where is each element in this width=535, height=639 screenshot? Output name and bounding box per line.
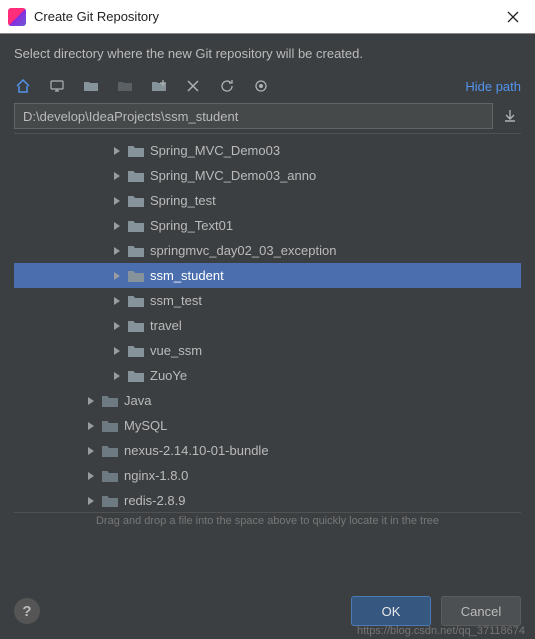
expand-arrow-icon[interactable]: [86, 396, 96, 406]
tree-item-label: ZuoYe: [150, 368, 187, 383]
expand-arrow-icon[interactable]: [112, 346, 122, 356]
drag-hint: Drag and drop a file into the space abov…: [14, 515, 521, 527]
tree-item-label: ssm_test: [150, 293, 202, 308]
expand-arrow-icon[interactable]: [112, 196, 122, 206]
tree-item-label: MySQL: [124, 418, 167, 433]
expand-arrow-icon[interactable]: [86, 496, 96, 506]
desktop-icon[interactable]: [48, 77, 66, 95]
project-folder-icon[interactable]: [82, 77, 100, 95]
instruction-text: Select directory where the new Git repos…: [14, 46, 521, 61]
tree-row[interactable]: Spring_MVC_Demo03_anno: [14, 163, 521, 188]
tree-item-label: Spring_MVC_Demo03: [150, 143, 280, 158]
refresh-icon[interactable]: [218, 77, 236, 95]
tree-row[interactable]: Spring_Text01: [14, 213, 521, 238]
folder-icon: [128, 219, 144, 233]
folder-icon: [102, 394, 118, 408]
folder-icon: [128, 294, 144, 308]
hide-path-link[interactable]: Hide path: [465, 79, 521, 94]
expand-arrow-icon[interactable]: [86, 446, 96, 456]
tree-item-label: ssm_student: [150, 268, 224, 283]
folder-icon: [102, 444, 118, 458]
tree-item-label: nginx-1.8.0: [124, 468, 188, 483]
expand-arrow-icon[interactable]: [112, 321, 122, 331]
folder-icon: [102, 419, 118, 433]
folder-icon: [128, 344, 144, 358]
close-button[interactable]: [499, 3, 527, 31]
app-icon: [8, 8, 26, 26]
module-folder-icon: [116, 77, 134, 95]
folder-icon: [102, 494, 118, 508]
cancel-button[interactable]: Cancel: [441, 596, 521, 626]
folder-icon: [128, 319, 144, 333]
tree-item-label: nexus-2.14.10-01-bundle: [124, 443, 269, 458]
expand-arrow-icon[interactable]: [112, 221, 122, 231]
tree-row[interactable]: ssm_test: [14, 288, 521, 313]
directory-tree[interactable]: Spring_MVC_Demo03 Spring_MVC_Demo03_anno S…: [14, 133, 521, 513]
expand-arrow-icon[interactable]: [86, 421, 96, 431]
tree-item-label: redis-2.8.9: [124, 493, 185, 508]
tree-row[interactable]: MySQL: [14, 413, 521, 438]
apply-path-icon[interactable]: [499, 105, 521, 127]
expand-arrow-icon[interactable]: [86, 471, 96, 481]
tree-item-label: Spring_test: [150, 193, 216, 208]
tree-row[interactable]: ZuoYe: [14, 363, 521, 388]
path-row: [14, 103, 521, 129]
expand-arrow-icon[interactable]: [112, 246, 122, 256]
toolbar: Hide path: [14, 77, 521, 95]
tree-item-label: vue_ssm: [150, 343, 202, 358]
tree-row[interactable]: ssm_student: [14, 263, 521, 288]
tree-row[interactable]: vue_ssm: [14, 338, 521, 363]
folder-icon: [128, 269, 144, 283]
tree-row[interactable]: Spring_test: [14, 188, 521, 213]
expand-arrow-icon[interactable]: [112, 171, 122, 181]
folder-icon: [128, 369, 144, 383]
expand-arrow-icon[interactable]: [112, 296, 122, 306]
ok-button[interactable]: OK: [351, 596, 431, 626]
tree-item-label: springmvc_day02_03_exception: [150, 243, 336, 258]
folder-icon: [128, 244, 144, 258]
home-icon[interactable]: [14, 77, 32, 95]
path-input[interactable]: [14, 103, 493, 129]
tree-row[interactable]: Spring_MVC_Demo03: [14, 138, 521, 163]
tree-item-label: travel: [150, 318, 182, 333]
folder-icon: [128, 194, 144, 208]
help-icon[interactable]: ?: [14, 598, 40, 624]
folder-icon: [102, 469, 118, 483]
delete-icon[interactable]: [184, 77, 202, 95]
expand-arrow-icon[interactable]: [112, 271, 122, 281]
dialog-content: Select directory where the new Git repos…: [0, 34, 535, 527]
expand-arrow-icon[interactable]: [112, 371, 122, 381]
tree-row[interactable]: nexus-2.14.10-01-bundle: [14, 438, 521, 463]
tree-row[interactable]: travel: [14, 313, 521, 338]
tree-row[interactable]: nginx-1.8.0: [14, 463, 521, 488]
tree-item-label: Spring_Text01: [150, 218, 233, 233]
tree-row[interactable]: Java: [14, 388, 521, 413]
tree-row[interactable]: redis-2.8.9: [14, 488, 521, 513]
tree-item-label: Spring_MVC_Demo03_anno: [150, 168, 316, 183]
expand-arrow-icon[interactable]: [112, 146, 122, 156]
watermark: https://blog.csdn.net/qq_37118674: [357, 625, 525, 637]
folder-icon: [128, 144, 144, 158]
window-title: Create Git Repository: [34, 9, 499, 24]
tree-item-label: Java: [124, 393, 151, 408]
tree-row[interactable]: springmvc_day02_03_exception: [14, 238, 521, 263]
new-folder-icon[interactable]: [150, 77, 168, 95]
show-hidden-icon[interactable]: [252, 77, 270, 95]
folder-icon: [128, 169, 144, 183]
title-bar: Create Git Repository: [0, 0, 535, 34]
